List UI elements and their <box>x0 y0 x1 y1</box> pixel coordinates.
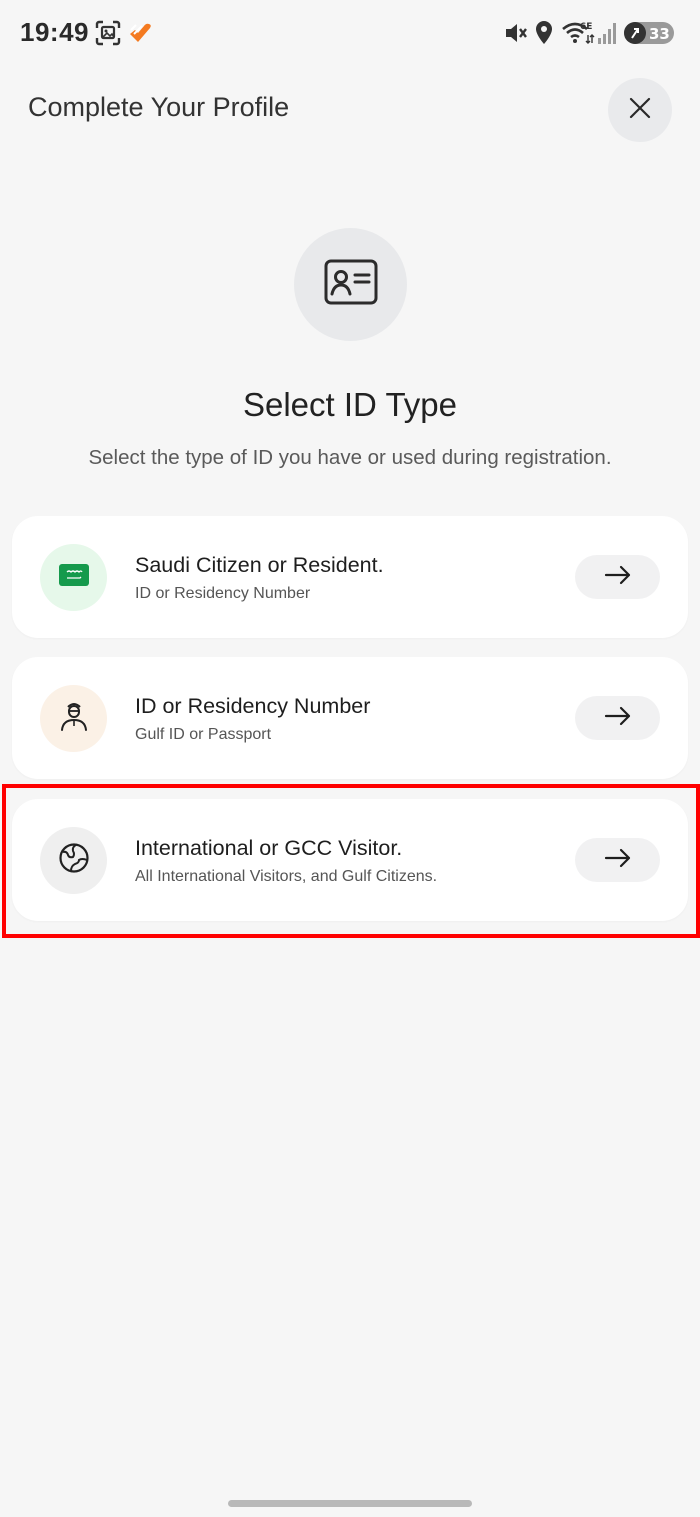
option-card-gulf-id[interactable]: ID or Residency Number Gulf ID or Passpo… <box>12 657 688 779</box>
option-icon-circle <box>40 544 107 611</box>
close-icon <box>627 95 653 126</box>
status-time: 19:49 <box>20 17 89 47</box>
id-card-icon <box>324 259 378 310</box>
option-subtitle: Gulf ID or Passport <box>135 726 272 743</box>
battery-icon: 33 <box>623 21 677 50</box>
option-title: Saudi Citizen or Resident. <box>135 553 384 577</box>
arrow-right-icon <box>604 848 632 873</box>
mute-icon <box>503 20 529 51</box>
signal-icon <box>597 21 619 50</box>
option-title: International or GCC Visitor. <box>135 836 403 860</box>
network-label: 6E <box>580 22 592 32</box>
globe-icon <box>58 842 90 879</box>
page-title: Complete Your Profile <box>28 92 290 122</box>
option-card-international-visitor[interactable]: International or GCC Visitor. All Intern… <box>12 799 688 921</box>
saudi-flag-icon <box>58 564 89 591</box>
app-notification-icon <box>127 21 153 50</box>
arrow-button[interactable] <box>575 555 660 599</box>
option-title: ID or Residency Number <box>135 694 371 718</box>
person-icon <box>59 700 89 737</box>
arrow-right-icon <box>604 706 632 731</box>
wifi-icon: 6E <box>561 19 595 52</box>
section-title: Select ID Type <box>242 386 457 423</box>
option-subtitle: ID or Residency Number <box>135 585 311 602</box>
close-button[interactable] <box>608 78 672 142</box>
status-bar: 19:49 6E 33 <box>0 0 700 66</box>
location-icon <box>534 20 554 51</box>
screenshot-icon <box>95 20 121 51</box>
option-subtitle: All International Visitors, and Gulf Cit… <box>135 868 438 885</box>
arrow-button[interactable] <box>575 696 660 740</box>
option-card-saudi-citizen[interactable]: Saudi Citizen or Resident. ID or Residen… <box>12 516 688 638</box>
arrow-right-icon <box>604 565 632 590</box>
option-icon-circle <box>40 827 107 894</box>
arrow-button[interactable] <box>575 838 660 882</box>
hero-icon-circle <box>294 228 407 341</box>
section-subtitle: Select the type of ID you have or used d… <box>88 446 612 469</box>
battery-level: 33 <box>649 25 670 43</box>
option-icon-circle <box>40 685 107 752</box>
home-indicator[interactable] <box>228 1500 472 1507</box>
